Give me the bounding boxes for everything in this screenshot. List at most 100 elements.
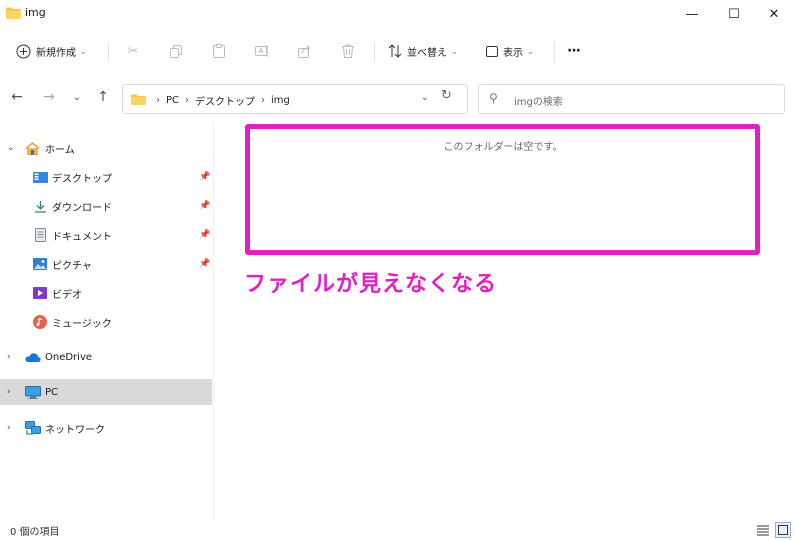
refresh-icon: ↻ xyxy=(441,88,452,103)
home-icon xyxy=(24,141,40,155)
sidebar-item-label: ビデオ xyxy=(52,289,82,301)
sidebar-item-music[interactable]: ミュージック xyxy=(0,309,212,335)
sidebar-item-home[interactable]: ⌄ ホーム xyxy=(0,135,212,161)
delete-button[interactable] xyxy=(337,39,359,63)
sidebar-item-pc[interactable]: › PC xyxy=(0,379,212,405)
sort-button-label: 並べ替え xyxy=(407,47,447,59)
chevron-down-icon: ⌄ xyxy=(80,46,87,56)
pin-icon: 📌 xyxy=(199,230,211,240)
title-bar: img — ☐ ✕ xyxy=(0,0,794,28)
scissors-icon: ✂ xyxy=(127,43,139,59)
chevron-down-icon: ⌄ xyxy=(451,46,458,56)
view-button-label: 表示 xyxy=(503,47,523,59)
share-button[interactable] xyxy=(294,39,316,63)
video-icon xyxy=(32,286,48,300)
pin-icon: 📌 xyxy=(199,201,211,211)
list-view-icon xyxy=(757,525,769,535)
sidebar-item-desktop[interactable]: デスクトップ 📌 xyxy=(0,164,212,190)
view-button[interactable]: 表示 ⌄ xyxy=(486,39,534,63)
desktop-icon xyxy=(32,170,48,184)
sidebar-item-label: ホーム xyxy=(45,144,75,156)
maximize-button[interactable]: ☐ xyxy=(714,2,754,26)
sidebar-item-pictures[interactable]: ピクチャ 📌 xyxy=(0,251,212,277)
sort-icon xyxy=(388,44,402,58)
sidebar-item-videos[interactable]: ビデオ xyxy=(0,280,212,306)
arrow-up-icon: ↑ xyxy=(97,89,109,105)
chevron-right-icon: › xyxy=(261,95,266,106)
copy-button[interactable] xyxy=(165,39,187,63)
sidebar-item-label: ダウンロード xyxy=(52,202,112,214)
address-bar[interactable]: › PC › デスクトップ › img ⌄ xyxy=(122,84,468,114)
chevron-right-icon: › xyxy=(7,387,11,397)
clipboard-icon xyxy=(208,39,230,63)
sidebar-item-documents[interactable]: ドキュメント 📌 xyxy=(0,222,212,248)
rename-icon xyxy=(251,39,273,63)
chevron-down-icon: ⌄ xyxy=(527,46,534,56)
chevron-right-icon: › xyxy=(156,95,160,106)
breadcrumb-desktop[interactable]: デスクトップ xyxy=(195,93,255,108)
share-icon xyxy=(294,39,316,63)
sidebar-item-network[interactable]: › ネットワーク xyxy=(0,415,212,441)
document-icon xyxy=(32,228,48,242)
navigation-pane: ⌄ ホーム デスクトップ 📌 ダウンロード 📌 ドキュメント 📌 ピクチャ 📌 xyxy=(0,122,214,522)
command-bar: 新規作成 ⌄ ✂ 並べ替え ⌄ 表示 ⌄ ··· xyxy=(0,32,794,70)
more-options-button[interactable]: ··· xyxy=(567,39,581,63)
sidebar-item-label: OneDrive xyxy=(45,351,93,363)
sidebar-item-label: ピクチャ xyxy=(52,260,92,272)
breadcrumb-pc[interactable]: PC xyxy=(166,95,179,106)
annotation-text: ファイルが見えなくなる xyxy=(244,272,498,297)
minimize-button[interactable]: — xyxy=(672,2,712,26)
plus-circle-icon xyxy=(16,44,31,58)
trash-icon xyxy=(337,39,359,63)
breadcrumb: › PC › デスクトップ › img xyxy=(150,93,290,108)
folder-icon xyxy=(131,94,146,105)
folder-icon xyxy=(6,7,21,19)
details-view-button[interactable] xyxy=(755,522,771,538)
search-box[interactable]: ⚲ imgの検索 xyxy=(478,84,785,114)
breadcrumb-img[interactable]: img xyxy=(271,95,290,106)
chevron-right-icon: › xyxy=(185,95,190,106)
cloud-icon xyxy=(25,350,41,364)
copy-icon xyxy=(165,39,187,63)
sidebar-item-onedrive[interactable]: › OneDrive xyxy=(0,344,212,370)
maximize-icon: ☐ xyxy=(728,6,740,22)
back-button[interactable]: ← xyxy=(8,89,26,105)
chevron-down-icon: ⌄ xyxy=(7,143,15,153)
forward-button[interactable]: → xyxy=(40,89,58,105)
close-button[interactable]: ✕ xyxy=(754,2,794,26)
sidebar-item-label: ドキュメント xyxy=(52,231,112,243)
chevron-down-icon: ⌄ xyxy=(72,92,82,103)
sort-button[interactable]: 並べ替え ⌄ xyxy=(388,39,458,63)
download-icon xyxy=(32,199,48,213)
sidebar-item-label: ネットワーク xyxy=(45,424,105,436)
rename-button[interactable] xyxy=(251,39,273,63)
chevron-right-icon: › xyxy=(7,423,11,433)
pin-icon: 📌 xyxy=(199,259,211,269)
status-item-count: 0 個の項目 xyxy=(10,527,60,538)
up-button[interactable]: ↑ xyxy=(94,89,112,105)
sidebar-item-downloads[interactable]: ダウンロード 📌 xyxy=(0,193,212,219)
tiles-view-icon xyxy=(778,525,788,535)
music-icon xyxy=(32,315,48,329)
divider xyxy=(554,42,555,62)
pictures-icon xyxy=(32,257,48,271)
refresh-button[interactable]: ↻ xyxy=(441,88,452,103)
pin-icon: 📌 xyxy=(199,172,211,182)
arrow-left-icon: ← xyxy=(11,89,23,105)
recent-locations-button[interactable]: ⌄ xyxy=(68,92,86,103)
network-icon xyxy=(25,421,41,435)
paste-button[interactable] xyxy=(208,39,230,63)
more-icon: ··· xyxy=(567,43,581,59)
large-icons-view-button[interactable] xyxy=(775,522,791,538)
divider xyxy=(108,42,109,62)
new-button[interactable]: 新規作成 ⌄ xyxy=(16,39,87,63)
chevron-right-icon: › xyxy=(7,352,11,362)
search-placeholder: imgの検索 xyxy=(514,97,563,108)
sidebar-item-label: ミュージック xyxy=(52,318,112,330)
close-icon: ✕ xyxy=(768,6,780,22)
sidebar-item-label: デスクトップ xyxy=(52,173,112,185)
minimize-icon: — xyxy=(685,6,699,22)
address-dropdown-icon[interactable]: ⌄ xyxy=(421,92,429,103)
divider xyxy=(374,42,375,62)
cut-button[interactable]: ✂ xyxy=(122,39,144,63)
